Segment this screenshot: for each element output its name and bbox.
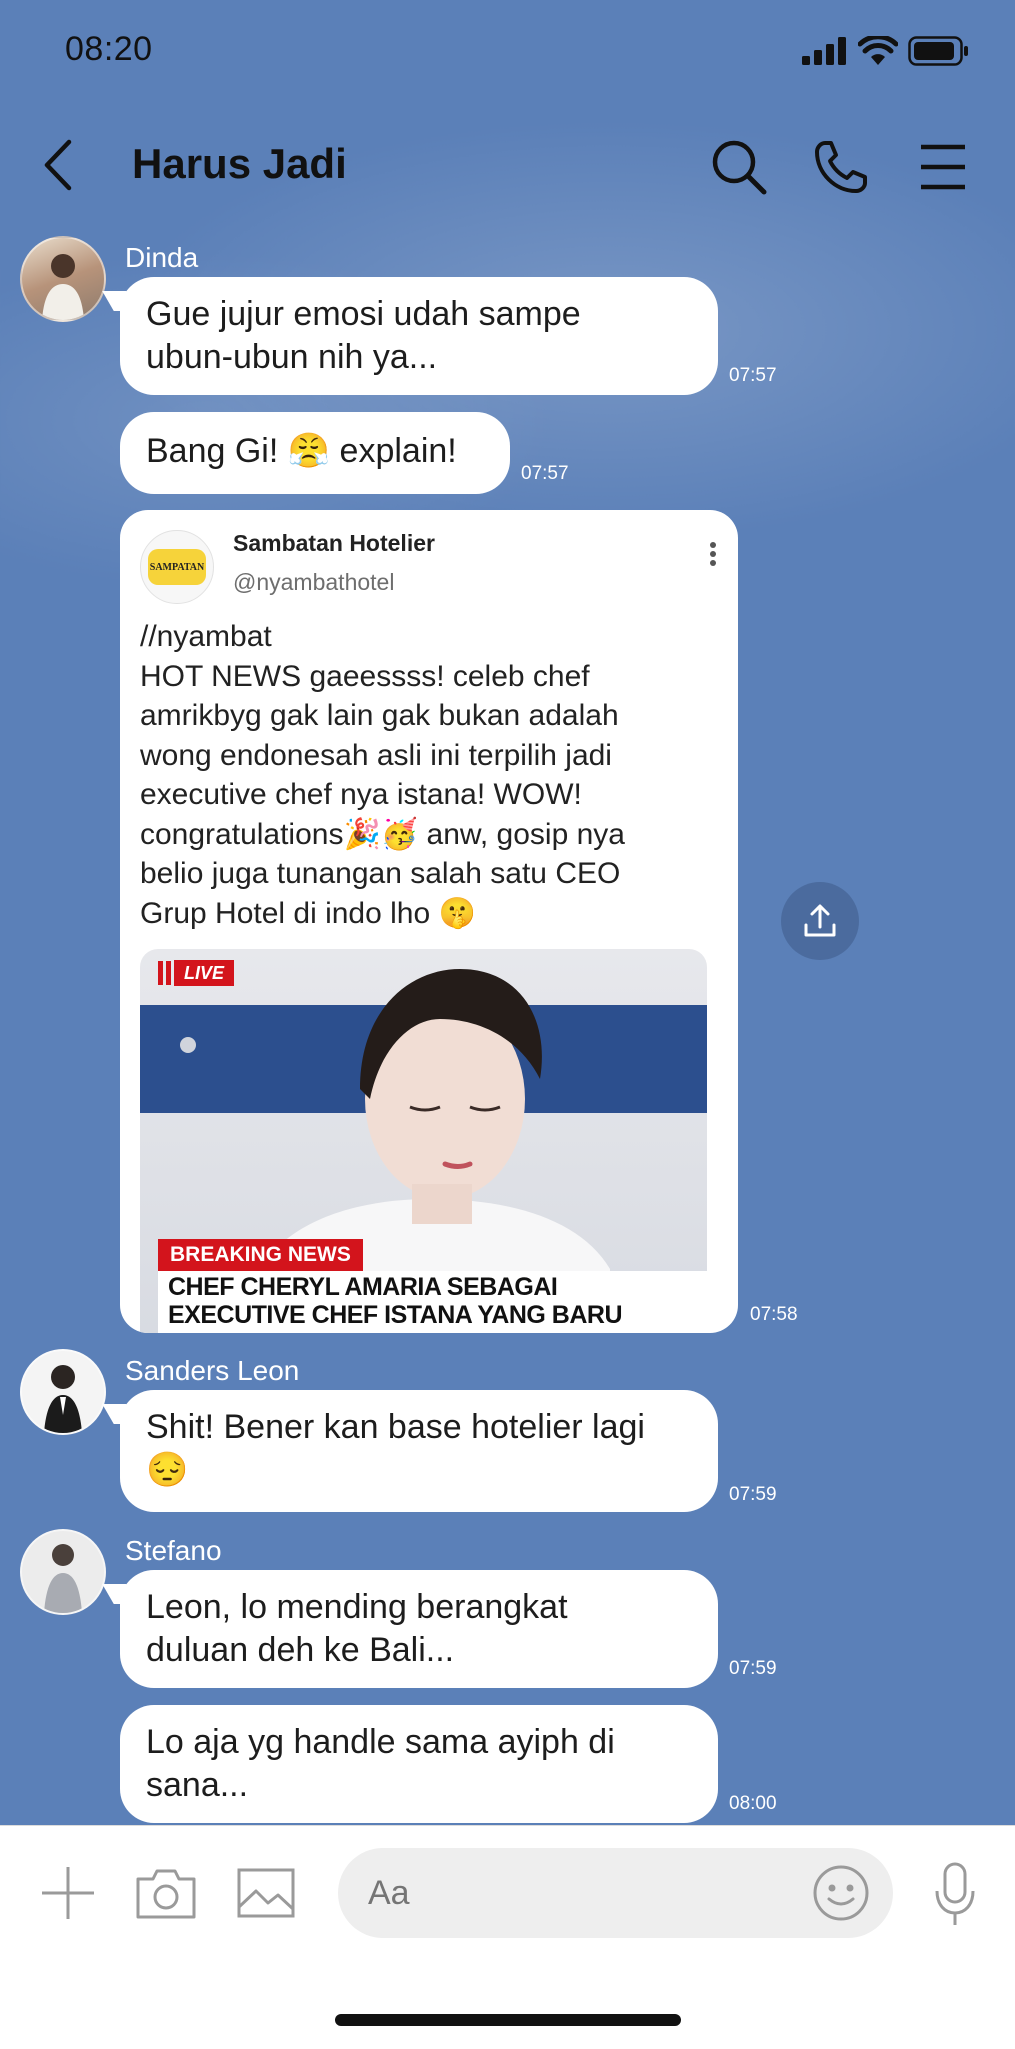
post-text-line: amrikbyg gak lain gak bukan adalah [140, 699, 619, 732]
person-icon [42, 254, 84, 320]
post-text-line: HOT NEWS gaeessss! celeb chef [140, 659, 590, 693]
sender-name: Sanders Leon [125, 1355, 300, 1386]
add-button[interactable] [35, 1860, 101, 1926]
phone-icon [815, 141, 867, 193]
person-icon [44, 1544, 82, 1613]
post-logo: SAMPATAN [140, 530, 214, 604]
smiley-icon [813, 1865, 869, 1921]
share-upload-icon [804, 904, 836, 937]
post-text-line: congratulations🎉🥳 anw, gosip nya [140, 817, 625, 851]
huffing-face-emoji: 😤 [287, 432, 331, 470]
back-button[interactable] [30, 132, 86, 198]
sender-name: Stefano [125, 1535, 222, 1566]
breaking-news-label: BREAKING NEWS [158, 1239, 363, 1271]
message-bubble[interactable]: Bang Gi! 😤 explain! [120, 412, 510, 494]
message-time: 08:00 [729, 1793, 777, 1814]
message-text: sana... [146, 1766, 249, 1804]
search-button[interactable] [706, 134, 772, 200]
post-text-line: Grup Hotel di indo lho 🤫 [140, 896, 476, 930]
live-badge: LIVE [158, 959, 235, 987]
wifi-icon [858, 36, 898, 65]
emoji-button[interactable] [808, 1860, 874, 1926]
post-text-line: belio juga tunangan salah satu CEO [140, 857, 621, 890]
battery-icon [908, 36, 968, 66]
avatar-sanders-leon[interactable] [20, 1349, 106, 1435]
plus-icon [42, 1867, 94, 1919]
gallery-button[interactable] [233, 1860, 299, 1926]
more-options-button[interactable] [698, 534, 728, 574]
camera-button[interactable] [133, 1860, 199, 1926]
headline-line: CHEF CHERYL AMARIA SEBAGAI [168, 1273, 558, 1301]
message-time: 07:59 [729, 1658, 777, 1679]
call-button[interactable] [808, 134, 874, 200]
pensive-face-emoji: 😔 [146, 1451, 189, 1489]
chevron-left-icon [44, 139, 72, 191]
person-icon [44, 1365, 82, 1433]
home-indicator[interactable] [335, 2014, 681, 2026]
post-text-line: //nyambat [140, 620, 272, 653]
hamburger-menu-icon [921, 144, 965, 190]
message-text: Lo aja yg handle sama ayiph di [146, 1723, 615, 1761]
voice-button[interactable] [922, 1858, 988, 1930]
avatar-dinda[interactable] [20, 236, 106, 322]
status-icons [802, 36, 970, 66]
signal-icon [802, 37, 846, 65]
post-author-handle: @nyambathotel [233, 569, 395, 595]
message-text: Gue jujur emosi udah sampe [146, 295, 581, 333]
headline-line: EXECUTIVE CHEF ISTANA YANG BARU [168, 1301, 623, 1329]
live-label: LIVE [174, 960, 235, 986]
post-image[interactable]: LIVE BREAKING NEWS CHEF CHERYL AMARIA SE… [140, 949, 707, 1333]
message-text: ubun-ubun nih ya... [146, 338, 438, 376]
search-icon [712, 140, 767, 195]
post-text-line: wong endonesah asli ini terpilih jadi [140, 738, 612, 772]
message-time: 07:59 [729, 1484, 777, 1505]
camera-icon [136, 1869, 196, 1919]
message-text: Leon, lo mending berangkat [146, 1588, 568, 1626]
message-time: 07:57 [521, 463, 569, 484]
message-bubble[interactable]: Leon, lo mending berangkat duluan deh ke… [120, 1570, 718, 1688]
message-time: 07:57 [729, 365, 777, 386]
menu-button[interactable] [910, 134, 976, 200]
message-text: explain! [330, 432, 457, 470]
message-bubble[interactable]: Shit! Bener kan base hotelier lagi 😔 [120, 1390, 718, 1512]
shared-post-card[interactable]: SAMPATAN Sambatan Hotelier @nyambathotel… [120, 510, 738, 1333]
post-text: //nyambat HOT NEWS gaeessss! celeb chef … [140, 617, 725, 933]
message-bubble[interactable]: Gue jujur emosi udah sampe ubun-ubun nih… [120, 277, 718, 395]
sender-name: Dinda [125, 242, 199, 273]
message-bubble[interactable]: Lo aja yg handle sama ayiph di sana... [120, 1705, 718, 1823]
news-headline: CHEF CHERYL AMARIA SEBAGAI EXECUTIVE CHE… [158, 1271, 707, 1333]
logo-text: SAMPATAN [149, 561, 205, 573]
status-time: 08:20 [65, 30, 153, 68]
message-text: duluan deh ke Bali... [146, 1631, 455, 1669]
message-text: Bang Gi! [146, 432, 288, 470]
avatar-stefano[interactable] [20, 1529, 106, 1615]
kebab-menu-icon [710, 542, 716, 566]
message-text: Shit! Bener kan base hotelier lagi [146, 1408, 645, 1446]
message-input[interactable] [368, 1874, 788, 1913]
post-author-name: Sambatan Hotelier [233, 530, 435, 556]
chat-title: Harus Jadi [132, 140, 347, 187]
post-text-line: executive chef nya istana! WOW! [140, 778, 582, 811]
message-time: 07:58 [750, 1304, 798, 1325]
image-icon [237, 1868, 295, 1918]
share-button[interactable] [781, 882, 859, 960]
microphone-icon [935, 1862, 975, 1925]
